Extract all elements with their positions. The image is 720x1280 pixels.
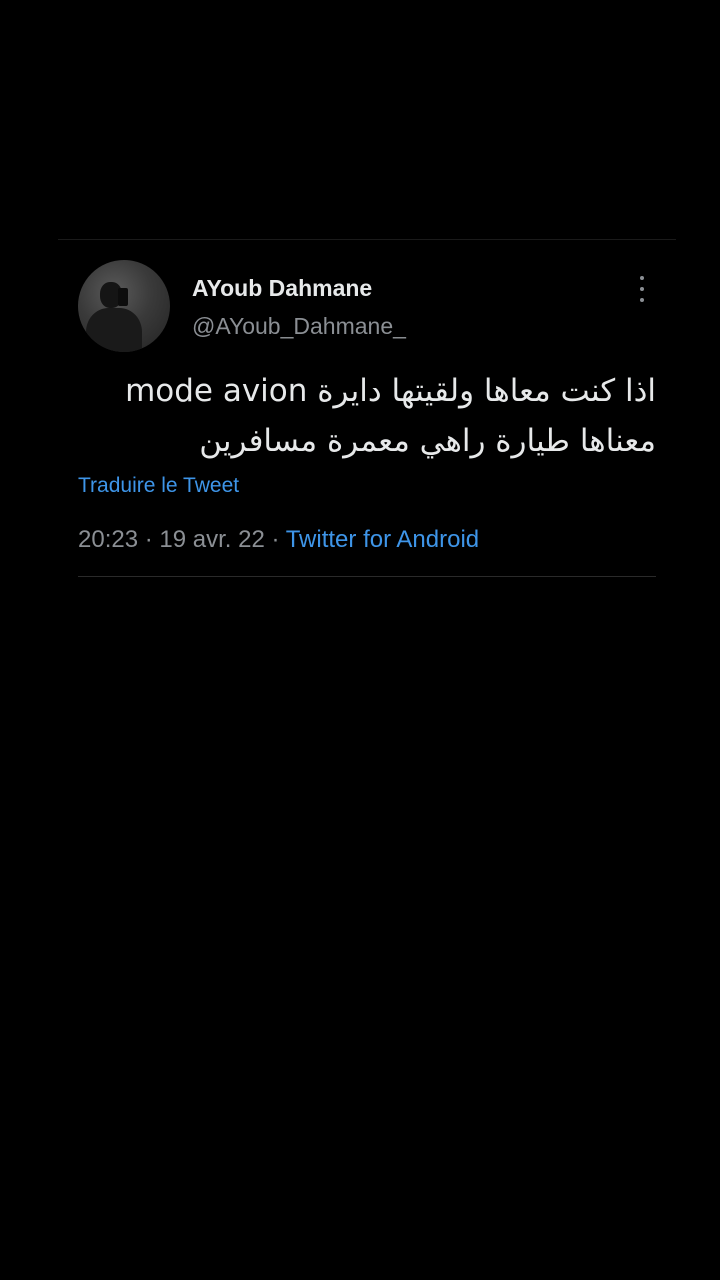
avatar-figure-body (86, 308, 142, 352)
tweet-text: اذا كنت معاها ولقيتها دايرة mode avion مع… (78, 366, 656, 466)
author-display-name[interactable]: AYoub Dahmane (192, 274, 406, 302)
avatar[interactable] (78, 260, 170, 352)
tweet-text-line-2: معناها طيارة راهي معمرة مسافرين (199, 423, 656, 459)
avatar-figure-phone (118, 288, 128, 306)
meta-separator: · (138, 526, 160, 553)
tweet-time: 20:23 (78, 526, 139, 553)
tweet-meta: 20:23 · 19 avr. 22 · Twitter for Android (78, 526, 479, 554)
meta-separator: · (264, 526, 286, 553)
translate-tweet-link[interactable]: Traduire le Tweet (78, 474, 239, 498)
tweet-date: 19 avr. 22 (159, 526, 265, 553)
bottom-divider (78, 576, 656, 577)
more-dot (640, 287, 644, 291)
tweet-text-line-1: اذا كنت معاها ولقيتها دايرة mode avion (125, 373, 656, 409)
more-dot (640, 276, 644, 280)
top-divider (58, 239, 676, 240)
author-block: AYoub Dahmane @AYoub_Dahmane_ (192, 274, 406, 340)
tweet-source-link[interactable]: Twitter for Android (286, 526, 479, 553)
more-dot (640, 298, 644, 302)
more-vertical-icon[interactable] (636, 276, 648, 302)
author-handle[interactable]: @AYoub_Dahmane_ (192, 312, 406, 340)
